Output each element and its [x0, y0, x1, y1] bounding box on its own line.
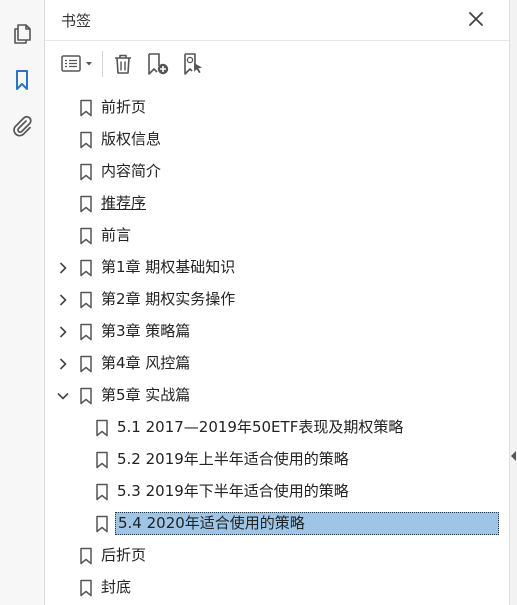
collapse-panel-arrow-icon[interactable] [510, 450, 517, 462]
bookmark-item-icon [96, 451, 108, 469]
bookmark-item-icon [96, 483, 108, 501]
bookmark-row[interactable]: 第2章 期权实务操作 [45, 284, 509, 316]
bookmark-item-icon [80, 259, 92, 277]
navigation-rail [0, 0, 45, 605]
bookmark-item-icon [80, 195, 92, 213]
bookmark-item-icon [80, 547, 92, 565]
bookmark-label[interactable]: 第1章 期权基础知识 [99, 257, 237, 278]
bookmark-icon[interactable] [10, 68, 34, 92]
bookmark-row[interactable]: 5.1 2017—2019年50ETF表现及期权策略 [45, 412, 509, 444]
bookmark-item-icon [80, 579, 92, 597]
find-current-bookmark-icon[interactable] [181, 52, 207, 76]
bookmark-item-icon [96, 419, 108, 437]
bookmark-item-icon [80, 387, 92, 405]
bookmark-item-icon [80, 291, 92, 309]
bookmark-row[interactable]: 第5章 实战篇 [45, 380, 509, 412]
close-icon[interactable] [467, 10, 485, 28]
attachment-icon[interactable] [10, 114, 34, 138]
bookmark-label[interactable]: 前折页 [99, 97, 148, 118]
bookmark-label-selected[interactable]: 5.4 2020年适合使用的策略 [115, 512, 499, 535]
bookmark-row[interactable]: 前言 [45, 220, 509, 252]
bookmark-label[interactable]: 推荐序 [99, 193, 148, 214]
bookmarks-toolbar [45, 40, 509, 85]
panel-header: 书签 [45, 0, 509, 40]
bookmark-label[interactable]: 第4章 风控篇 [99, 353, 192, 374]
bookmark-label[interactable]: 版权信息 [99, 129, 163, 150]
bookmark-label[interactable]: 第2章 期权实务操作 [99, 289, 237, 310]
chevron-right-icon[interactable] [56, 357, 70, 371]
bookmark-row[interactable]: 5.3 2019年下半年适合使用的策略 [45, 476, 509, 508]
chevron-right-icon[interactable] [56, 261, 70, 275]
bookmark-row[interactable]: 5.4 2020年适合使用的策略 [45, 508, 509, 540]
panel-title: 书签 [61, 12, 92, 30]
bookmark-row[interactable]: 5.2 2019年上半年适合使用的策略 [45, 444, 509, 476]
bookmark-item-icon [80, 99, 92, 117]
bookmark-row[interactable]: 封底 [45, 572, 509, 604]
bookmark-row[interactable]: 第3章 策略篇 [45, 316, 509, 348]
chevron-right-icon[interactable] [56, 293, 70, 307]
bookmark-item-icon [96, 515, 108, 533]
bookmark-row[interactable]: 前折页 [45, 92, 509, 124]
bookmark-label[interactable]: 5.1 2017—2019年50ETF表现及期权策略 [115, 417, 405, 438]
bookmark-row[interactable]: 推荐序 [45, 188, 509, 220]
bookmark-label[interactable]: 封底 [99, 577, 133, 598]
chevron-down-icon[interactable] [56, 389, 70, 403]
bookmarks-panel: 书签 前折页版权信息内容简介推荐序前言第1章 期权基础知识 第2章 期权实务操作第… [45, 0, 509, 605]
bookmark-label[interactable]: 前言 [99, 225, 133, 246]
delete-bookmark-icon[interactable] [111, 52, 135, 76]
chevron-right-icon[interactable] [56, 325, 70, 339]
bookmark-item-icon [80, 131, 92, 149]
bookmark-label[interactable]: 后折页 [99, 545, 148, 566]
bookmark-row[interactable]: 后折页 [45, 540, 509, 572]
bookmark-item-icon [80, 163, 92, 181]
options-menu-icon[interactable] [59, 52, 97, 76]
bookmark-label[interactable]: 5.3 2019年下半年适合使用的策略 [115, 481, 351, 502]
pages-icon[interactable] [10, 22, 34, 46]
bookmark-label[interactable]: 第5章 实战篇 [99, 385, 192, 406]
panel-edge [509, 0, 517, 605]
bookmark-row[interactable]: 第1章 期权基础知识 [45, 252, 509, 284]
bookmark-label[interactable]: 第3章 策略篇 [99, 321, 192, 342]
toolbar-separator [102, 51, 103, 77]
bookmark-label[interactable]: 5.2 2019年上半年适合使用的策略 [115, 449, 351, 470]
bookmark-item-icon [80, 227, 92, 245]
bookmark-row[interactable]: 内容简介 [45, 156, 509, 188]
bookmark-row[interactable]: 第4章 风控篇 [45, 348, 509, 380]
bookmark-row[interactable]: 版权信息 [45, 124, 509, 156]
bookmark-label[interactable]: 内容简介 [99, 161, 163, 182]
bookmark-item-icon [80, 323, 92, 341]
new-bookmark-icon[interactable] [145, 52, 171, 76]
bookmark-item-icon [80, 355, 92, 373]
